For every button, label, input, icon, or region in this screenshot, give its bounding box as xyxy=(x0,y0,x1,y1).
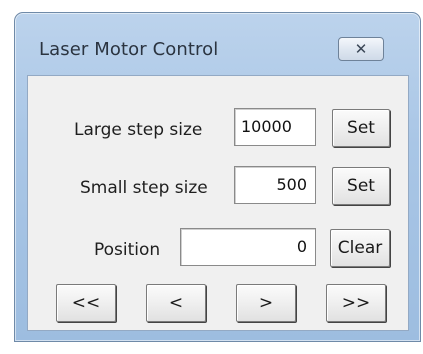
large-step-set-button[interactable]: Set xyxy=(332,109,390,147)
step-forward-button[interactable]: > xyxy=(236,284,296,322)
fast-back-button[interactable]: << xyxy=(56,284,116,322)
title-bar[interactable]: Laser Motor Control ✕ xyxy=(15,13,420,75)
close-icon: ✕ xyxy=(354,40,368,58)
small-step-size-label: Small step size xyxy=(80,178,208,198)
step-back-button[interactable]: < xyxy=(146,284,206,322)
laser-motor-control-window: Laser Motor Control ✕ Large step size 10… xyxy=(14,12,421,342)
client-area: Large step size 10000 Set Small step siz… xyxy=(27,75,409,331)
small-step-set-button[interactable]: Set xyxy=(332,167,390,205)
window-title: Laser Motor Control xyxy=(39,39,219,60)
large-step-size-input[interactable]: 10000 xyxy=(234,108,316,146)
fast-forward-button[interactable]: >> xyxy=(326,284,386,322)
large-step-size-label: Large step size xyxy=(74,120,203,140)
small-step-size-input[interactable]: 500 xyxy=(234,166,316,204)
clear-position-button[interactable]: Clear xyxy=(330,229,390,267)
position-input[interactable]: 0 xyxy=(180,228,316,266)
close-button[interactable]: ✕ xyxy=(338,37,384,61)
position-label: Position xyxy=(94,240,161,260)
